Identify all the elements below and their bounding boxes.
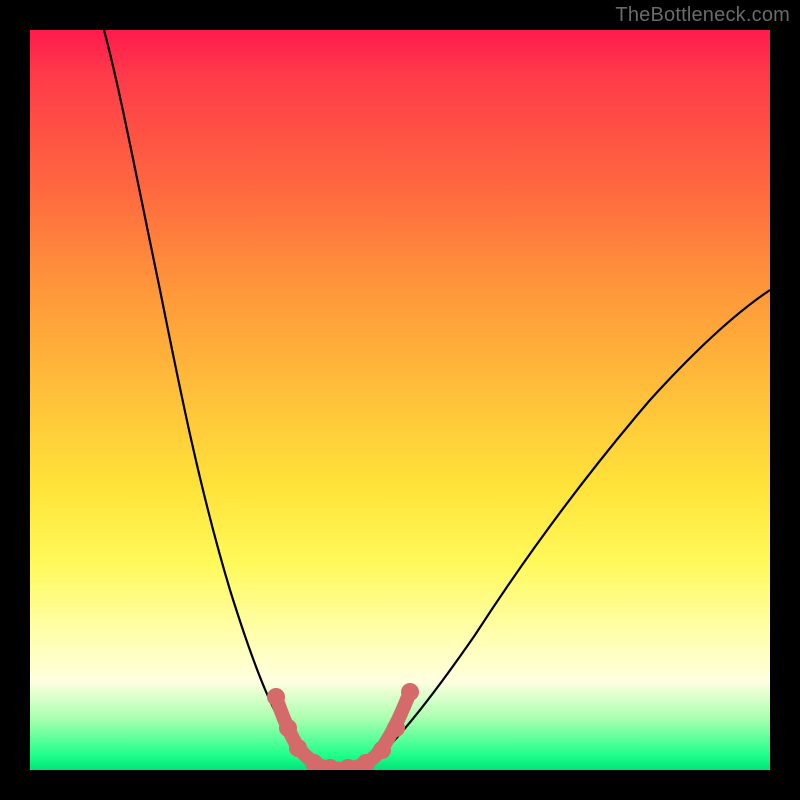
watermark-text: TheBottleneck.com [615,4,790,27]
optimum-range-markers [267,683,419,770]
curve-left-branch [104,30,310,765]
plot-area [30,30,770,770]
chart-frame: TheBottleneck.com [0,0,800,800]
curve-right-branch [365,290,770,768]
bottleneck-curve [30,30,770,770]
